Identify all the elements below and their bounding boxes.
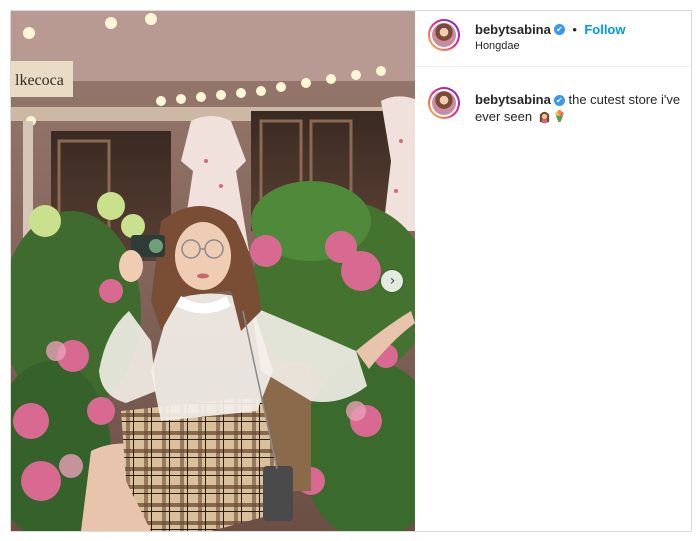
follow-button[interactable]: Follow bbox=[584, 22, 625, 37]
post-header: bebytsabina ✔ • Follow Hongdae bbox=[415, 11, 691, 67]
avatar-ring-inner bbox=[430, 89, 458, 117]
carousel-next-button[interactable]: › bbox=[381, 270, 403, 292]
verified-badge-icon: ✔ bbox=[553, 95, 565, 107]
caption-text: bebytsabina ✔ the cutest store i've ever … bbox=[475, 91, 685, 125]
post-side-panel: bebytsabina ✔ • Follow Hongdae bebytsabin… bbox=[415, 11, 691, 531]
avatar[interactable] bbox=[428, 19, 460, 51]
avatar-image bbox=[432, 23, 456, 47]
woman-gesturing-ok-emoji bbox=[539, 111, 549, 123]
verified-badge-icon: ✔ bbox=[553, 24, 565, 36]
username-link[interactable]: bebytsabina bbox=[475, 22, 551, 37]
storefront-photo: lkecoca bbox=[11, 11, 415, 531]
avatar-image bbox=[432, 91, 456, 115]
location-link[interactable]: Hongdae bbox=[475, 40, 520, 52]
separator-dot: • bbox=[572, 22, 577, 37]
avatar-ring-inner bbox=[430, 21, 458, 49]
chevron-right-icon: › bbox=[389, 273, 396, 289]
bouquet-emoji bbox=[555, 110, 564, 123]
instagram-post: lkecoca › bebytsabina ✔ • Follow Hongdae… bbox=[10, 10, 692, 532]
caption-username-link[interactable]: bebytsabina bbox=[475, 92, 551, 107]
header-line: bebytsabina ✔ • Follow bbox=[475, 21, 626, 39]
caption-avatar[interactable] bbox=[428, 87, 460, 119]
post-photo[interactable]: lkecoca › bbox=[11, 11, 415, 531]
store-sign-text: lkecoca bbox=[15, 72, 64, 89]
